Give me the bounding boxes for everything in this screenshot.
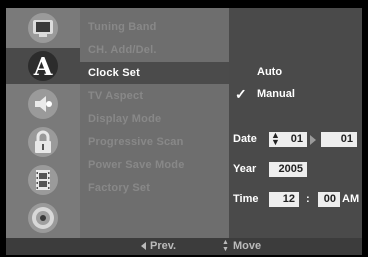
menu-item-display-mode[interactable]: Display Mode <box>80 108 229 130</box>
up-down-icon: ▲ ▼ <box>271 130 280 147</box>
category-sidebar: A <box>6 8 80 238</box>
right-arrow-icon <box>310 135 316 145</box>
language-icon: A <box>28 51 58 81</box>
menu-item-factory-set[interactable]: Factory Set <box>80 177 229 199</box>
time-ampm[interactable]: AM <box>342 193 359 205</box>
category-others[interactable] <box>6 162 80 198</box>
auto-option[interactable]: Auto <box>257 66 282 78</box>
audio-icon <box>28 89 58 119</box>
date-day-field[interactable]: 01 <box>321 132 357 147</box>
menu-item-tv-aspect[interactable]: TV Aspect <box>80 85 229 107</box>
category-audio[interactable] <box>6 86 80 122</box>
time-minute-value: 00 <box>323 193 336 205</box>
date-month-value: 01 <box>290 133 303 145</box>
disc-icon <box>28 203 58 233</box>
menu-item-power-save-mode[interactable]: Power Save Mode <box>80 154 229 176</box>
time-hour-field[interactable]: 12 <box>269 192 299 207</box>
language-letter: A <box>33 51 53 81</box>
category-disc[interactable] <box>6 200 80 236</box>
clock-set-panel: Auto ✓ Manual Date ▲ ▼ 01 01 Year 2005 Ti… <box>229 8 362 238</box>
move-hint: Move <box>233 240 262 252</box>
navigation-hint-bar: Prev. ▲ ▼ Move <box>6 238 362 255</box>
left-arrow-icon <box>141 242 146 250</box>
menu-item-tuning-band[interactable]: Tuning Band <box>80 16 229 38</box>
time-hour-value: 12 <box>282 193 295 205</box>
menu-item-clock-set[interactable]: Clock Set <box>80 62 229 84</box>
time-label: Time <box>233 193 259 205</box>
date-day-value: 01 <box>340 133 353 145</box>
menu-item-ch-add-del[interactable]: CH. Add/Del. <box>80 39 229 61</box>
year-value: 2005 <box>278 163 303 175</box>
manual-option[interactable]: Manual <box>257 88 295 100</box>
setup-menu-screen: A Tuning Band CH. Add/Del. Clock Set TV … <box>0 0 368 257</box>
time-minute-field[interactable]: 00 <box>318 192 340 207</box>
lock-icon <box>28 127 58 157</box>
category-picture[interactable] <box>6 10 80 46</box>
check-icon: ✓ <box>235 86 247 102</box>
prev-hint: Prev. <box>150 240 177 252</box>
settings-menu: Tuning Band CH. Add/Del. Clock Set TV As… <box>80 8 229 238</box>
date-label: Date <box>233 133 257 145</box>
menu-item-progressive-scan[interactable]: Progressive Scan <box>80 131 229 153</box>
date-month-field[interactable]: ▲ ▼ 01 <box>269 130 307 147</box>
up-down-arrow-icon: ▲ ▼ <box>222 239 229 253</box>
tv-icon <box>28 13 58 43</box>
category-language[interactable]: A <box>6 48 80 84</box>
year-field[interactable]: 2005 <box>269 162 307 177</box>
category-lock[interactable] <box>6 124 80 160</box>
film-icon <box>28 165 58 195</box>
year-label: Year <box>233 163 257 175</box>
time-separator: : <box>306 193 310 205</box>
